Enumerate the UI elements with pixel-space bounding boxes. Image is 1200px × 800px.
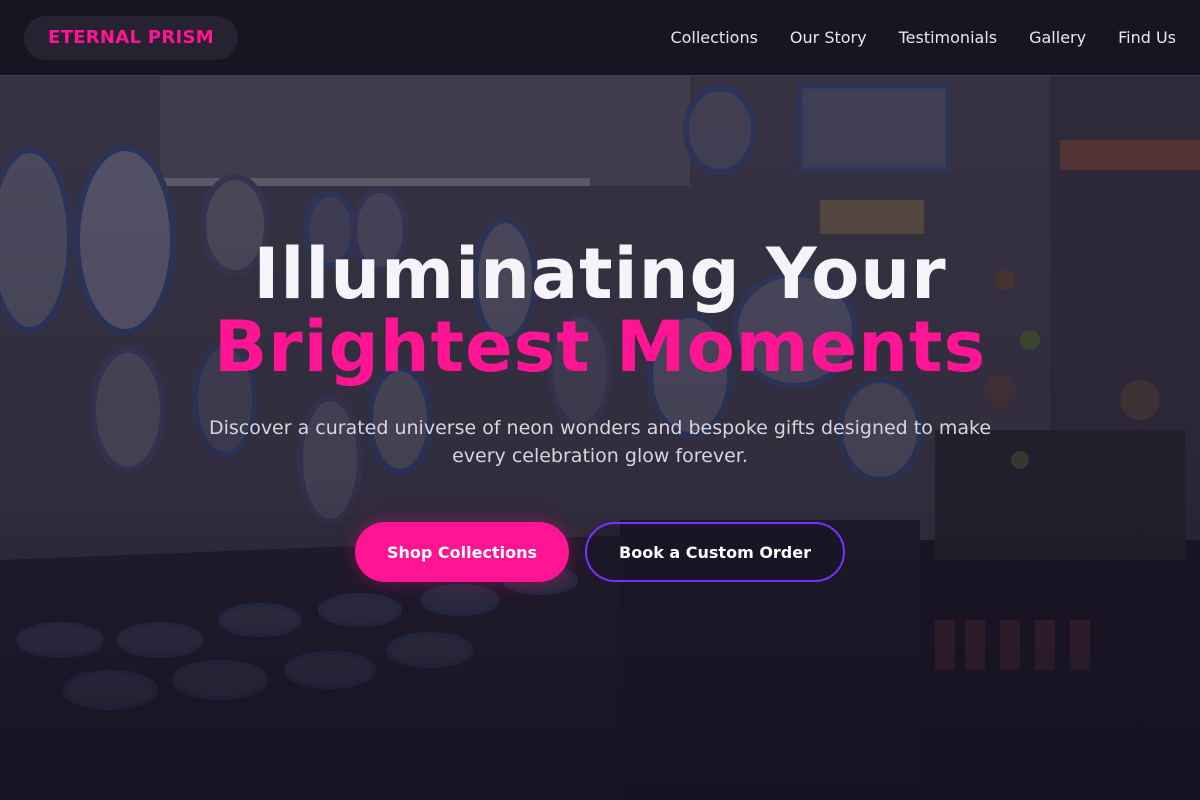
hero-cta-row: Shop Collections Book a Custom Order [355,522,845,582]
top-navigation-bar: ETERNAL PRISM Collections Our Story Test… [0,0,1200,76]
nav-links: Collections Our Story Testimonials Galle… [670,28,1176,47]
hero-headline-line-1: Illuminating Your [253,233,947,315]
book-custom-order-button[interactable]: Book a Custom Order [585,522,845,582]
nav-link-collections[interactable]: Collections [670,28,757,47]
brand-logo[interactable]: ETERNAL PRISM [24,15,238,60]
hero-section: Illuminating Your Brightest Moments Disc… [0,0,1200,800]
nav-link-find-us[interactable]: Find Us [1118,28,1176,47]
nav-link-gallery[interactable]: Gallery [1029,28,1086,47]
hero-headline-line-2: Brightest Moments [213,306,987,388]
nav-link-our-story[interactable]: Our Story [790,28,867,47]
shop-collections-button[interactable]: Shop Collections [355,522,570,582]
hero-subtitle: Discover a curated universe of neon wond… [208,417,992,467]
nav-link-testimonials[interactable]: Testimonials [899,28,998,47]
